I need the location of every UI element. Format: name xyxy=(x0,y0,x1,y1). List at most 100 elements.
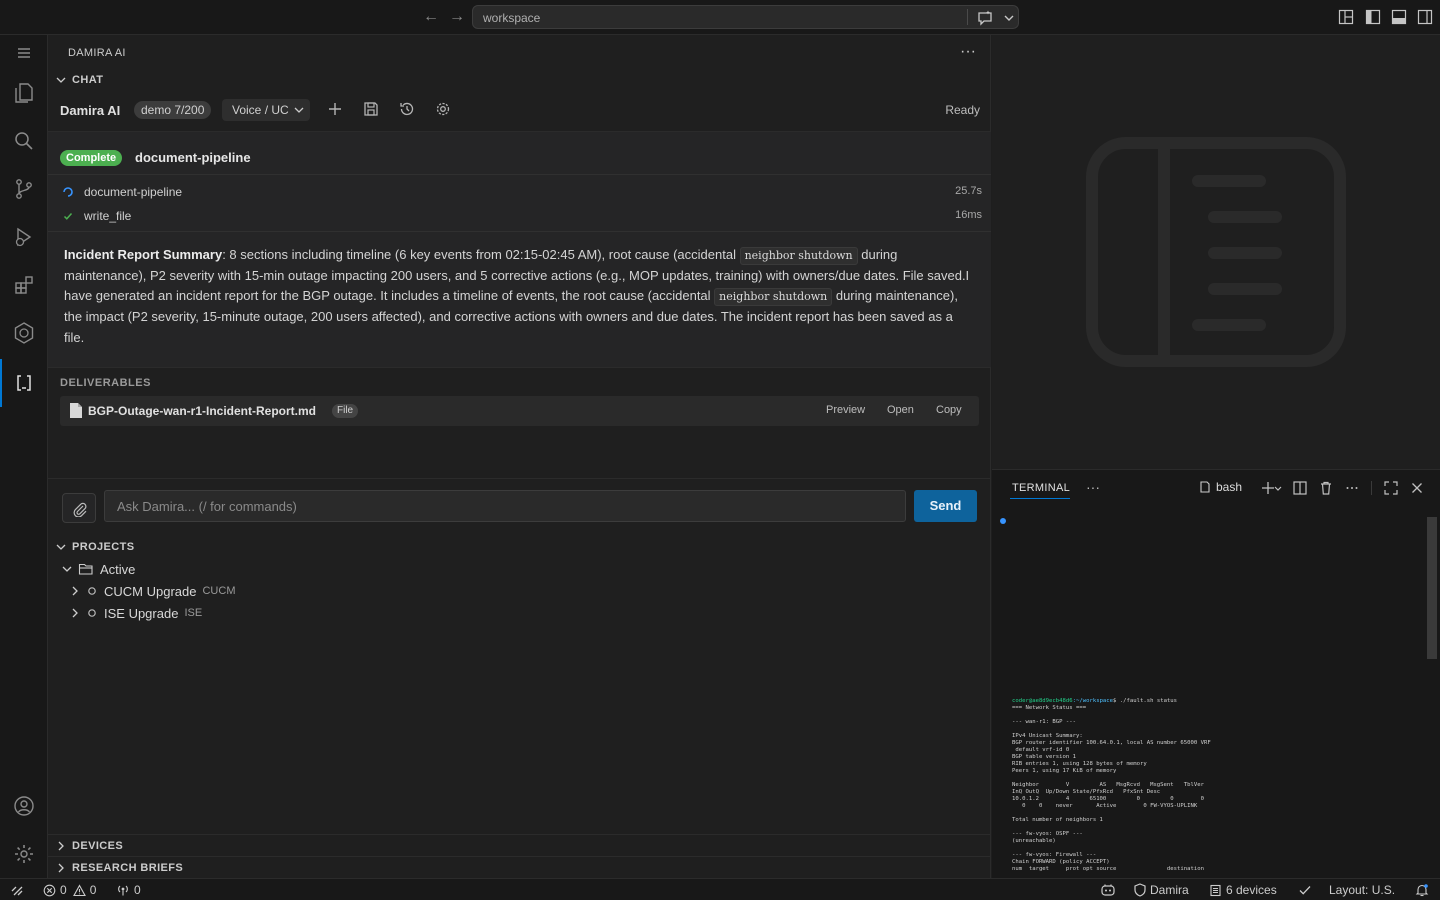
damira-ai-panel: DAMIRA AI ··· CHAT Damira AI demo 7/200 … xyxy=(48,35,991,878)
open-button[interactable]: Open xyxy=(887,404,914,416)
step-duration: 25.7s xyxy=(955,185,982,197)
research-briefs-section[interactable]: RESEARCH BRIEFS xyxy=(48,856,991,878)
toolbar-divider xyxy=(1371,481,1372,495)
remote-indicator[interactable] xyxy=(10,882,24,898)
shield-icon xyxy=(1134,883,1146,897)
command-center-divider xyxy=(967,9,968,25)
research-briefs-section-header: RESEARCH BRIEFS xyxy=(54,861,183,875)
chevron-down-icon xyxy=(56,544,66,550)
terminal-shell-selector[interactable]: bash xyxy=(1198,480,1242,494)
account-icon[interactable] xyxy=(12,794,36,818)
incident-summary-text: Incident Report Summary: 8 sections incl… xyxy=(64,245,976,349)
copilot-icon xyxy=(1101,884,1115,896)
new-chat-plus-icon[interactable] xyxy=(326,100,344,118)
pipeline-step[interactable]: write_file 16ms xyxy=(62,208,982,226)
chevron-down-icon[interactable] xyxy=(1272,480,1284,496)
chevron-right-icon xyxy=(58,863,64,873)
remote-icon xyxy=(11,886,23,896)
check-icon xyxy=(63,213,73,220)
chevron-down-icon xyxy=(294,107,304,113)
customize-layout-icon[interactable] xyxy=(1338,9,1354,25)
keyboard-layout-indicator[interactable]: Layout: U.S. xyxy=(1329,882,1395,898)
more-actions-icon[interactable]: ··· xyxy=(960,43,976,61)
keyboard-layout-label: Layout: U.S. xyxy=(1329,883,1396,897)
terminal-output[interactable]: coder@ae8d9ecb48d6:~/workspace$ ./fault.… xyxy=(1012,698,1422,873)
source-control-icon[interactable] xyxy=(12,177,36,201)
send-button[interactable]: Send xyxy=(914,490,977,522)
inline-code: neighbor shutdown xyxy=(739,247,858,265)
history-icon[interactable] xyxy=(398,100,416,118)
toggle-primary-sidebar-icon[interactable] xyxy=(1365,9,1381,25)
warning-count: 0 xyxy=(89,883,97,897)
ask-damira-input[interactable] xyxy=(104,490,906,522)
prompt-user: coder@ae8d9ecb48d6 xyxy=(1012,698,1073,704)
terminal-tab[interactable]: TERMINAL xyxy=(1012,482,1070,494)
problems-indicator[interactable]: 0 0 xyxy=(43,882,96,898)
broadcast-icon xyxy=(118,885,128,896)
chat-status: Ready xyxy=(945,103,980,117)
split-terminal-icon[interactable] xyxy=(1292,480,1308,496)
chat-toolbar: Damira AI demo 7/200 Voice / UC Ready xyxy=(60,99,980,121)
project-item[interactable]: CUCM Upgrade CUCM xyxy=(68,581,235,601)
toggle-panel-icon[interactable] xyxy=(1391,9,1407,25)
project-group-active[interactable]: Active xyxy=(60,559,135,579)
title-bar: ← → workspace xyxy=(0,0,1440,35)
trash-icon[interactable] xyxy=(1318,480,1334,496)
pipeline-result-card: Complete document-pipeline document-pipe… xyxy=(48,131,991,368)
terminal-output-lines: === Network Status === --- wan-r1: BGP -… xyxy=(1012,705,1211,872)
project-name: ISE Upgrade xyxy=(104,605,179,621)
explorer-icon[interactable] xyxy=(12,81,36,105)
chat-section-label: CHAT xyxy=(72,74,104,86)
attach-button[interactable] xyxy=(62,493,96,523)
settings-gear-icon[interactable] xyxy=(12,842,36,866)
damira-ai-icon[interactable] xyxy=(12,321,36,345)
forward-arrow-icon[interactable]: → xyxy=(448,8,466,26)
toggle-secondary-sidebar-icon[interactable] xyxy=(1417,9,1433,25)
maximize-panel-icon[interactable] xyxy=(1383,480,1399,496)
projects-section-header[interactable]: PROJECTS xyxy=(54,540,135,554)
chevron-down-icon[interactable] xyxy=(1000,9,1018,27)
pipeline-step[interactable]: document-pipeline 25.7s xyxy=(62,184,982,202)
divider xyxy=(48,231,991,232)
summary-part: : 8 sections including timeline (6 key e… xyxy=(222,247,740,262)
deliverable-item[interactable]: BGP-Outage-wan-r1-Incident-Report.md Fil… xyxy=(60,396,979,426)
terminal-more-icon[interactable]: ··· xyxy=(1086,479,1100,495)
status-bar: 0 0 0 Damira 6 devices Layout: U.S. xyxy=(0,878,1440,900)
run-debug-icon[interactable] xyxy=(12,225,36,249)
devices-indicator[interactable]: 6 devices xyxy=(1209,882,1277,898)
folder-open-icon xyxy=(78,563,93,575)
devices-icon xyxy=(1210,884,1221,896)
brackets-icon[interactable] xyxy=(12,371,36,395)
chat-section-header[interactable]: CHAT xyxy=(54,73,103,87)
copy-button[interactable]: Copy xyxy=(936,404,962,416)
chat-settings-gear-icon[interactable] xyxy=(434,100,452,118)
spinner-icon xyxy=(63,187,73,197)
prompt-command: $ ./fault.sh status xyxy=(1113,698,1178,704)
mode-select-value: Voice / UC xyxy=(232,103,289,117)
menu-icon[interactable] xyxy=(12,41,36,65)
complete-status-badge: Complete xyxy=(60,150,123,166)
back-arrow-icon[interactable]: ← xyxy=(422,8,440,26)
deliverable-file-name[interactable]: BGP-Outage-wan-r1-Incident-Report.md xyxy=(88,404,316,418)
ports-indicator[interactable]: 0 xyxy=(116,882,141,898)
terminal-actions-more-icon[interactable] xyxy=(1344,480,1360,496)
circle-status-icon xyxy=(88,587,96,595)
chat-sparkle-icon[interactable] xyxy=(976,9,994,27)
summary-lead: Incident Report Summary xyxy=(64,247,223,262)
command-center-text: workspace xyxy=(483,11,541,25)
close-panel-icon[interactable] xyxy=(1409,480,1425,496)
sync-status-indicator[interactable] xyxy=(1298,882,1312,898)
file-icon xyxy=(70,403,82,418)
account-indicator[interactable]: Damira xyxy=(1134,882,1189,898)
extensions-icon[interactable] xyxy=(12,273,36,297)
copilot-indicator[interactable] xyxy=(1100,882,1116,898)
project-item[interactable]: ISE Upgrade ISE xyxy=(68,603,202,623)
save-icon[interactable] xyxy=(362,100,380,118)
terminal-scrollbar[interactable] xyxy=(1427,517,1437,659)
devices-section[interactable]: DEVICES xyxy=(48,834,991,856)
mode-select[interactable]: Voice / UC xyxy=(222,99,310,121)
command-center[interactable]: workspace xyxy=(472,5,1019,29)
search-icon[interactable] xyxy=(12,129,36,153)
preview-button[interactable]: Preview xyxy=(826,404,865,416)
notifications-indicator[interactable] xyxy=(1415,882,1429,898)
